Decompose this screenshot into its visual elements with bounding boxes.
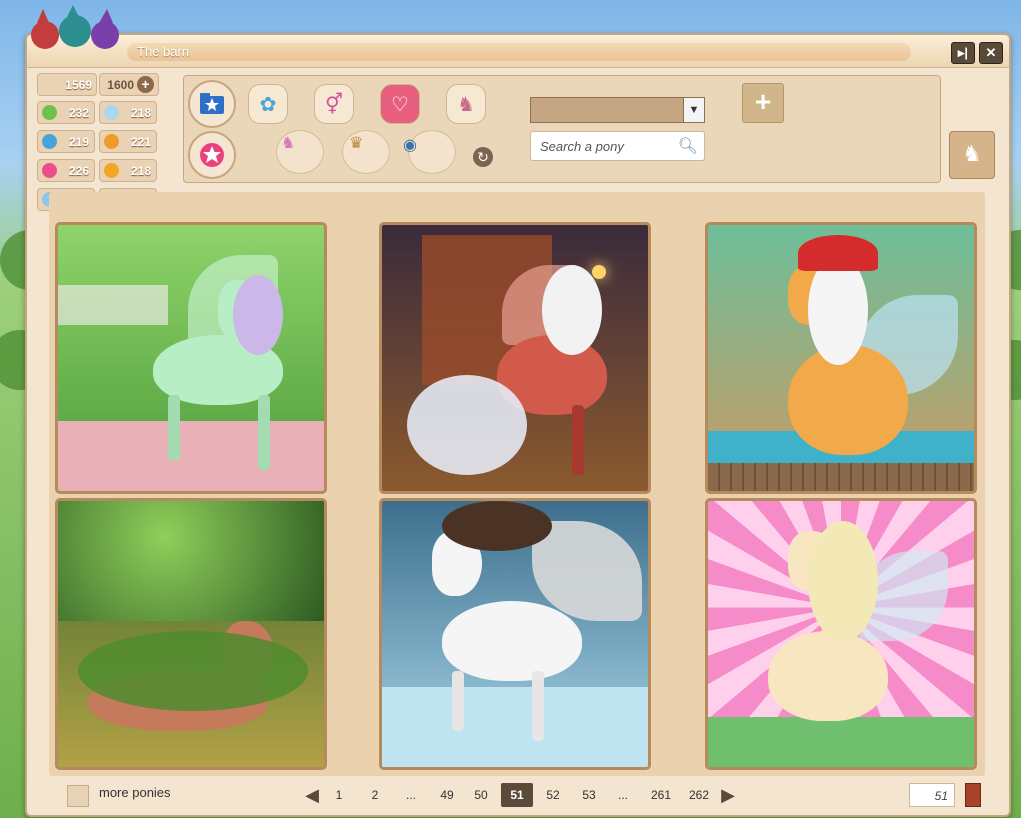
pony-mane: [808, 521, 878, 641]
pony-card[interactable]: [705, 222, 977, 494]
stat-footprint: 219: [37, 130, 95, 153]
pony-pair-icon: ♞: [457, 94, 475, 116]
filter-unicorn-drop[interactable]: ♞: [276, 130, 324, 174]
background-path: [58, 421, 324, 491]
add-currency-button[interactable]: +: [137, 76, 154, 93]
move-pony-folder-button[interactable]: ♞: [949, 131, 995, 179]
add-group-button[interactable]: +: [742, 83, 784, 123]
fire-icon: [104, 134, 119, 149]
filter-love-button[interactable]: ♡: [380, 84, 420, 124]
more-ponies-label: more ponies: [99, 785, 171, 800]
foal-companion: [407, 375, 527, 475]
page-link[interactable]: 50: [467, 783, 495, 807]
pony-heads-logo-icon: [31, 5, 119, 49]
group-select[interactable]: ▼: [530, 97, 705, 123]
filter-colors-button[interactable]: ✿: [248, 84, 288, 124]
filter-eye-drop[interactable]: ◉: [403, 130, 456, 174]
search-input[interactable]: Search a pony 🔍︎: [530, 131, 705, 161]
filter-gender-button[interactable]: ⚥: [314, 84, 354, 124]
unicorn-icon: ♞: [281, 135, 296, 152]
pony-mane: [442, 501, 552, 551]
page-link[interactable]: 2: [363, 783, 387, 807]
paw-icon: [104, 163, 119, 178]
pony-leg: [452, 671, 464, 731]
page-link[interactable]: 52: [539, 783, 567, 807]
background-bridge: [708, 463, 974, 491]
pony-folder-icon: ♞: [962, 141, 982, 166]
search-icon[interactable]: 🔍︎: [678, 136, 698, 156]
pony-leg: [572, 405, 584, 475]
tab-favorites[interactable]: [188, 131, 236, 179]
page-link[interactable]: 1: [327, 783, 351, 807]
page-link[interactable]: 262: [683, 783, 715, 807]
pony-mane: [542, 265, 602, 355]
stat-heart: 226: [37, 159, 95, 182]
pony-body: [442, 601, 582, 681]
filter-trophy-drop[interactable]: ♛: [342, 130, 390, 174]
pink-star-icon: [200, 143, 224, 167]
pony-card[interactable]: [379, 222, 651, 494]
pony-card[interactable]: [705, 498, 977, 770]
barn-window: The barn ▸| ✕ 1569 1600 + 232 218 219 22…: [25, 5, 1011, 817]
refresh-icon[interactable]: ↻: [473, 147, 493, 167]
trophy-icon: ♛: [349, 135, 364, 152]
pony-mane: [78, 631, 308, 711]
current-page[interactable]: 51: [501, 783, 533, 807]
stat-apple: 232: [37, 101, 95, 124]
close-button[interactable]: ✕: [979, 42, 1003, 64]
background-money-pile: [708, 717, 974, 767]
page-link[interactable]: 261: [645, 783, 677, 807]
next-page-arrow-icon[interactable]: ▶: [721, 783, 735, 807]
pony-card[interactable]: [379, 498, 651, 770]
gender-icon: ⚥: [324, 94, 344, 116]
tab-folders[interactable]: [188, 80, 236, 128]
page-link[interactable]: 53: [575, 783, 603, 807]
filter-breed-button[interactable]: ♞: [446, 84, 486, 124]
stat-fire: 221: [99, 130, 157, 153]
more-ponies-checkbox[interactable]: [67, 785, 89, 807]
currency-amount: 1569: [37, 73, 97, 96]
heart-icon: [42, 163, 57, 178]
pony-leg: [258, 395, 270, 470]
background-ice: [382, 687, 648, 767]
apple-icon: [42, 105, 57, 120]
pony-card[interactable]: [55, 498, 327, 770]
pony-leg: [532, 671, 544, 741]
pony-leg: [168, 395, 180, 460]
stat-paw: 218: [99, 159, 157, 182]
pony-card[interactable]: [55, 222, 327, 494]
eye-icon: ◉: [403, 137, 417, 154]
blue-folder-star-icon: [200, 93, 224, 114]
search-placeholder: Search a pony: [540, 139, 624, 154]
page-ellipsis: ...: [617, 788, 628, 802]
chevron-down-icon[interactable]: ▼: [683, 98, 704, 122]
filter-toolbar: ✿ ⚥ ♡ ♞ ♞ ♛ ◉ ↻ ▼ Search a pony 🔍︎ +: [183, 75, 941, 183]
background-ruins: [58, 285, 168, 325]
cloud-icon: [104, 105, 119, 120]
pony-body: [768, 631, 888, 721]
pony-grid: [49, 192, 985, 776]
santa-hat: [798, 235, 878, 271]
window-title: The barn: [127, 43, 911, 61]
pony-mane: [233, 275, 283, 355]
page-link[interactable]: 49: [433, 783, 461, 807]
pony-mane: [808, 255, 868, 365]
footer-bar: more ponies ◀ 1 2 ... 49 50 51 52 53 ...…: [27, 779, 1009, 813]
page-number-input[interactable]: 51: [909, 783, 955, 807]
street-lamp: [592, 265, 606, 279]
stat-cloud: 218: [99, 101, 157, 124]
prev-page-arrow-icon[interactable]: ◀: [305, 783, 319, 807]
go-to-page-button[interactable]: [965, 783, 981, 807]
color-palette-icon: ✿: [259, 94, 277, 116]
background-forest: [58, 501, 324, 621]
title-bar[interactable]: The barn ▸| ✕: [27, 35, 1009, 68]
heart-ring-icon: ♡: [391, 94, 409, 116]
page-ellipsis: ...: [405, 788, 416, 802]
minimize-button[interactable]: ▸|: [951, 42, 975, 64]
footprint-icon: [42, 134, 57, 149]
